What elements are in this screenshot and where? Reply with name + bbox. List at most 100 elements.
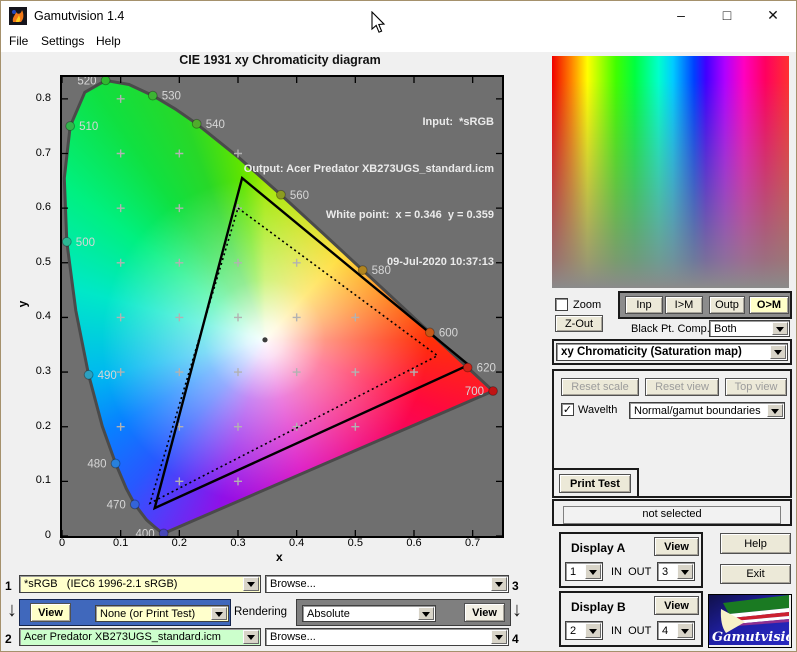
outp-button[interactable]: Outp bbox=[709, 296, 745, 314]
dropdown-arrow-button[interactable] bbox=[243, 577, 259, 591]
display-a-title: Display A bbox=[571, 541, 626, 555]
dropdown-arrow-button[interactable] bbox=[767, 404, 783, 417]
display-b-view-button[interactable]: View bbox=[654, 596, 699, 615]
inp-button[interactable]: Inp bbox=[625, 296, 663, 314]
wavelength-label-600: 600 bbox=[439, 327, 458, 339]
wavelength-dot-520 bbox=[100, 77, 111, 86]
dropdown-arrow-button[interactable] bbox=[585, 564, 601, 579]
wavelength-dot-490 bbox=[83, 369, 94, 380]
display-a-view-button[interactable]: View bbox=[654, 537, 699, 556]
rendering-label: Rendering bbox=[234, 606, 288, 618]
gamutvision-logo-image: Gamutvision bbox=[709, 595, 796, 645]
plot-type-select[interactable]: xy Chromaticity (Saturation map) bbox=[556, 343, 788, 361]
title-bar: Gamutvision 1.4 – □ ✕ bbox=[1, 1, 796, 31]
y-tick-label: 0.4 bbox=[35, 310, 51, 323]
x-tick-label: 0.4 bbox=[289, 537, 305, 549]
window-title: Gamutvision 1.4 bbox=[34, 9, 125, 23]
wavelength-label-490: 490 bbox=[98, 370, 117, 382]
wavelength-dot-500 bbox=[62, 236, 72, 247]
wavelth-checkbox[interactable]: ✓ bbox=[561, 403, 574, 416]
z-out-button[interactable]: Z-Out bbox=[555, 315, 603, 332]
reset-view-button[interactable]: Reset view bbox=[645, 378, 719, 396]
annotation-output: Output: Acer Predator XB273UGS_standard.… bbox=[243, 162, 494, 175]
rendering-panel: Absolute View bbox=[296, 599, 511, 626]
browse-3-select[interactable]: Browse... bbox=[265, 575, 509, 593]
rendering-intent-select[interactable]: Absolute bbox=[302, 605, 436, 622]
wavelength-label-470: 470 bbox=[107, 499, 126, 511]
dropdown-arrow-button[interactable] bbox=[243, 630, 259, 644]
input-to-monitor-button[interactable]: I>M bbox=[665, 296, 703, 314]
wavelength-label-530: 530 bbox=[162, 91, 181, 103]
status-frame: not selected bbox=[552, 499, 792, 526]
app-window: Gamutvision 1.4 – □ ✕ File Settings Help… bbox=[0, 0, 797, 652]
zoom-checkbox[interactable] bbox=[555, 298, 568, 311]
help-button[interactable]: Help bbox=[720, 533, 791, 554]
display-b-out-select[interactable]: 4 bbox=[657, 621, 695, 640]
menu-settings[interactable]: Settings bbox=[41, 34, 84, 48]
map-select-frame: xy Chromaticity (Saturation map) bbox=[552, 339, 792, 365]
output-to-monitor-button[interactable]: O>M bbox=[749, 296, 789, 314]
display-a-in-select[interactable]: 1 bbox=[565, 562, 603, 581]
y-tick-label: 0 bbox=[44, 529, 51, 541]
wavelength-dot-400 bbox=[158, 528, 169, 536]
dropdown-arrow-button[interactable] bbox=[491, 630, 507, 644]
y-tick-label: 0.7 bbox=[35, 146, 51, 159]
menu-file[interactable]: File bbox=[9, 34, 28, 48]
x-axis-tick-labels: 0 0.1 0.2 0.3 0.4 0.5 0.6 0.7 bbox=[59, 537, 502, 551]
chromaticity-plot[interactable]: 400 470 480 490 500 510 520 530 540 560 580 600 620 7… bbox=[60, 75, 504, 538]
down-arrow-icon-right: ↓ bbox=[512, 599, 522, 621]
display-a-group: Display A View 1 IN OUT 3 bbox=[559, 532, 703, 588]
display-a-out-select[interactable]: 3 bbox=[657, 562, 695, 581]
close-button[interactable]: ✕ bbox=[750, 1, 796, 31]
black-pt-comp-label: Black Pt. Comp. bbox=[631, 323, 710, 335]
view-buttons-frame: Inp I>M Outp O>M bbox=[618, 291, 792, 319]
dropdown-arrow-button[interactable] bbox=[211, 607, 227, 620]
slot-1-label: 1 bbox=[5, 579, 12, 593]
dropdown-arrow-button[interactable] bbox=[585, 623, 601, 638]
wavelength-label-480: 480 bbox=[87, 458, 106, 470]
view-output-button[interactable]: View bbox=[464, 603, 505, 622]
black-pt-comp-select[interactable]: Both bbox=[709, 320, 790, 337]
view-input-button[interactable]: View bbox=[30, 603, 71, 622]
down-arrow-icon-left: ↓ bbox=[7, 599, 17, 621]
dropdown-arrow-button[interactable] bbox=[677, 564, 693, 579]
reset-scale-button[interactable]: Reset scale bbox=[561, 378, 639, 396]
top-view-button[interactable]: Top view bbox=[725, 378, 787, 396]
wavelth-checkbox-label: Wavelth bbox=[578, 404, 618, 416]
dropdown-arrow-button[interactable] bbox=[418, 607, 434, 620]
display-a-inout-label: IN OUT bbox=[611, 566, 652, 578]
wavelength-label-400: 400 bbox=[135, 528, 154, 536]
chart-title: CIE 1931 xy Chromaticity diagram bbox=[179, 53, 381, 67]
dropdown-arrow-button[interactable] bbox=[491, 577, 507, 591]
browse-4-select[interactable]: Browse... bbox=[265, 628, 509, 646]
wavelength-label-500: 500 bbox=[76, 237, 95, 249]
menu-help[interactable]: Help bbox=[96, 34, 121, 48]
dropdown-arrow-button[interactable] bbox=[772, 322, 788, 335]
slot-2-label: 2 bbox=[5, 632, 12, 646]
input-profile-select[interactable]: *sRGB (IEC6 1996-2.1 sRGB) bbox=[19, 575, 261, 593]
wavelength-label-510: 510 bbox=[79, 121, 98, 133]
mouse-cursor-icon bbox=[371, 11, 386, 33]
exit-button[interactable]: Exit bbox=[720, 564, 791, 584]
plot-annotations: Input: *sRGB Output: Acer Predator XB273… bbox=[244, 84, 494, 301]
x-tick-label: 0.6 bbox=[406, 537, 422, 549]
maximize-button[interactable]: □ bbox=[704, 1, 750, 31]
print-test-button[interactable]: Print Test bbox=[559, 474, 631, 493]
dropdown-arrow-button[interactable] bbox=[770, 345, 786, 359]
y-tick-label: 0.1 bbox=[35, 474, 51, 487]
boundaries-select[interactable]: Normal/gamut boundaries bbox=[629, 402, 785, 419]
wavelength-label-700: 700 bbox=[465, 386, 484, 398]
y-tick-label: 0.3 bbox=[35, 365, 51, 378]
display-b-in-select[interactable]: 2 bbox=[565, 621, 603, 640]
minimize-button[interactable]: – bbox=[658, 1, 704, 31]
output-profile-select[interactable]: Acer Predator XB273UGS_standard.icm bbox=[19, 628, 261, 646]
display-b-inout-label: IN OUT bbox=[611, 625, 652, 637]
view-input-panel: View None (or Print Test) bbox=[19, 599, 231, 626]
slot-4-label: 4 bbox=[512, 632, 519, 646]
status-readout: not selected bbox=[563, 506, 781, 524]
dropdown-arrow-button[interactable] bbox=[677, 623, 693, 638]
wavelength-dot-620 bbox=[462, 362, 473, 373]
test-image-select[interactable]: None (or Print Test) bbox=[95, 605, 229, 622]
y-axis-label: y bbox=[15, 300, 30, 308]
y-tick-label: 0.6 bbox=[35, 201, 51, 214]
